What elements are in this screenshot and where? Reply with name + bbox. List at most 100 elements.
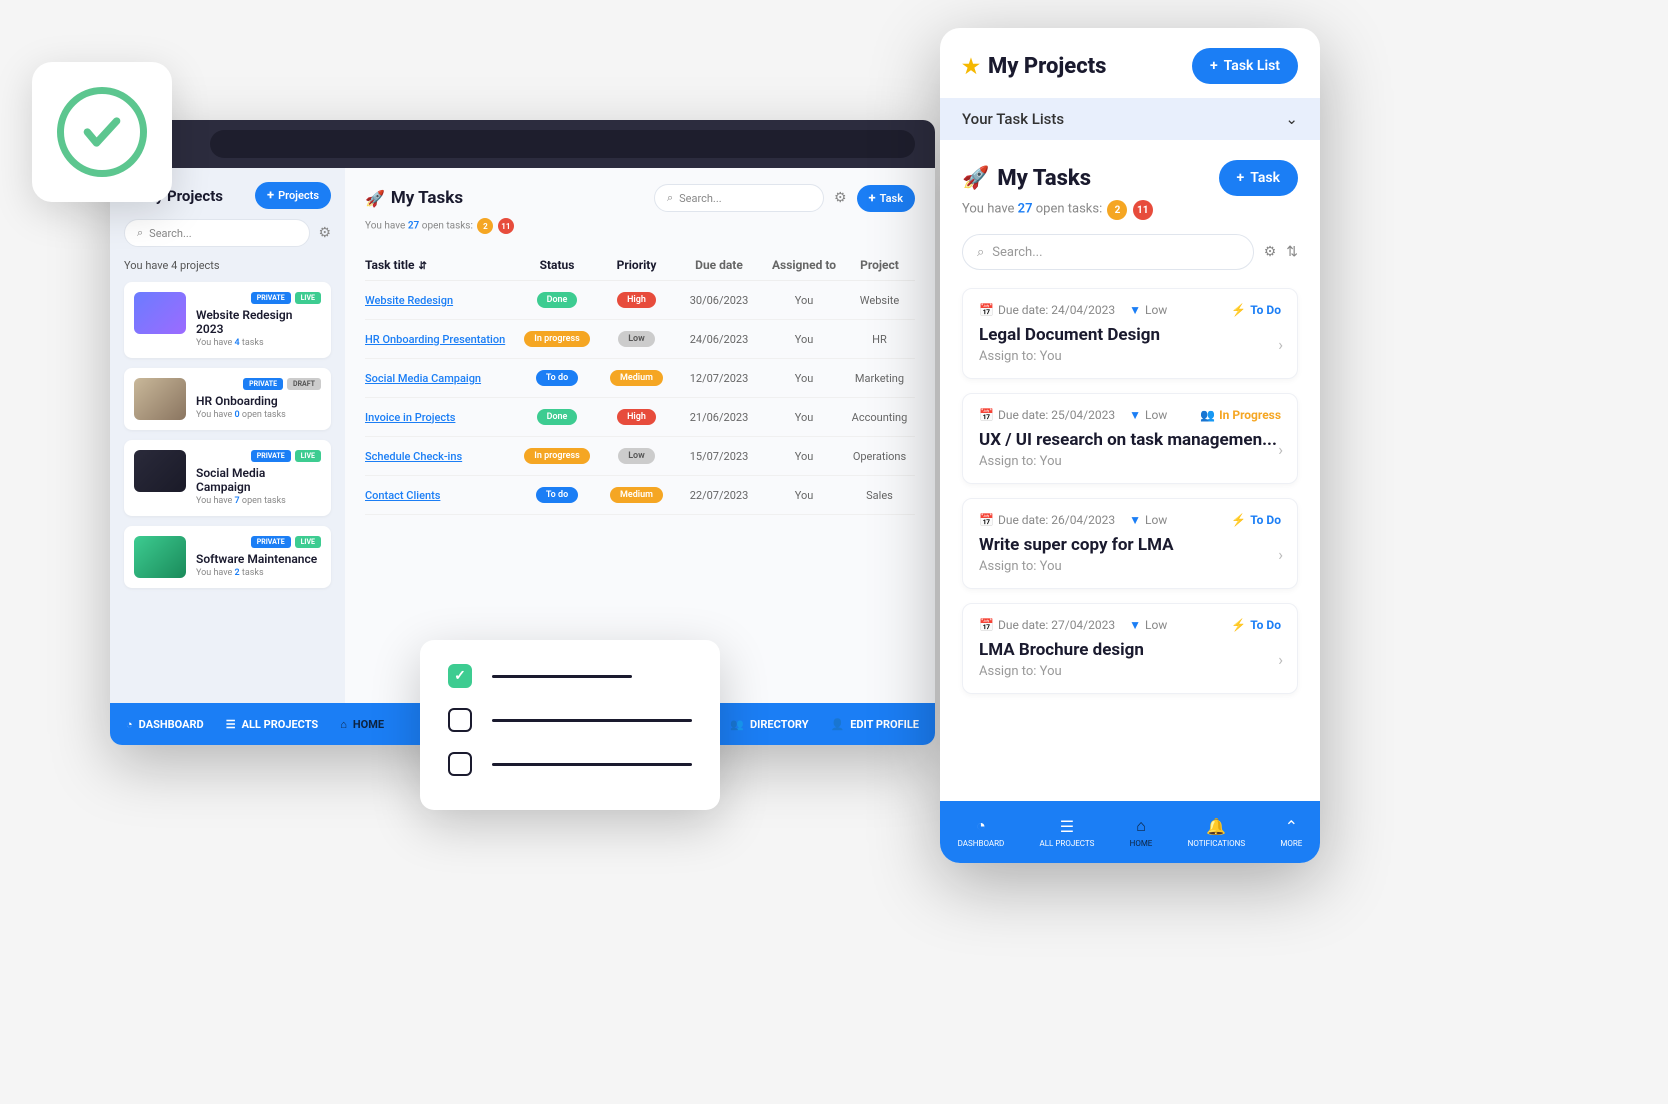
task-card[interactable]: 📅 Due date: 27/04/2023 ▼ Low ⚡ To Do LMA…	[962, 603, 1298, 694]
task-link[interactable]: HR Onboarding Presentation	[365, 333, 505, 346]
project-card[interactable]: PRIVATEDRAFT HR Onboarding You have 0 op…	[124, 368, 331, 430]
add-task-button[interactable]: +Task	[857, 185, 915, 212]
table-row[interactable]: Schedule Check-ins In progress Low 15/07…	[365, 437, 915, 476]
add-project-button[interactable]: +Projects	[255, 182, 331, 209]
nav-dashboard[interactable]: ◔DASHBOARD	[126, 718, 204, 731]
task-link[interactable]: Social Media Campaign	[365, 372, 481, 385]
calendar-icon: 📅	[979, 618, 994, 632]
task-table: Task title⇵ Status Priority Due date Ass…	[365, 250, 915, 515]
col-status[interactable]: Status	[515, 258, 599, 272]
task-link[interactable]: Schedule Check-ins	[365, 450, 462, 463]
tag-live: LIVE	[295, 450, 321, 462]
chevron-right-icon: ›	[1278, 545, 1283, 564]
col-task-title[interactable]: Task title⇵	[365, 258, 515, 272]
col-project[interactable]: Project	[844, 258, 915, 272]
mobile-search-input[interactable]: ⌕ Search...	[962, 234, 1254, 270]
rocket-icon: 🚀	[365, 189, 385, 208]
filter-icon[interactable]: ⚙	[1264, 244, 1277, 260]
project-name: Social Media Campaign	[196, 466, 321, 494]
task-lists-dropdown[interactable]: Your Task Lists ⌄	[940, 98, 1320, 140]
project-card[interactable]: PRIVATELIVE Social Media Campaign You ha…	[124, 440, 331, 516]
col-assigned[interactable]: Assigned to	[764, 258, 844, 272]
checklist-card: ✓	[420, 640, 720, 810]
bell-icon: 🔔	[1206, 817, 1226, 836]
sidebar-search-input[interactable]: ⌕ Search...	[124, 219, 310, 247]
assign-label: Assign to: You	[979, 664, 1281, 679]
search-icon: ⌕	[667, 191, 673, 205]
table-row[interactable]: HR Onboarding Presentation In progress L…	[365, 320, 915, 359]
project-card[interactable]: PRIVATELIVE Website Redesign 2023 You ha…	[124, 282, 331, 358]
nav-home[interactable]: ⌂HOME	[340, 718, 384, 731]
nav-all-projects[interactable]: ☰ALL PROJECTS	[226, 718, 319, 731]
project-name: Operations	[844, 450, 915, 463]
sort-icon[interactable]: ⇅	[1286, 244, 1298, 260]
table-row[interactable]: Website Redesign Done High 30/06/2023 Yo…	[365, 281, 915, 320]
table-row[interactable]: Social Media Campaign To do Medium 12/07…	[365, 359, 915, 398]
nav-edit-profile[interactable]: 👤EDIT PROFILE	[831, 718, 919, 731]
status-icon: 👥	[1200, 408, 1215, 422]
status-label: ⚡ To Do	[1231, 513, 1281, 527]
assigned-to: You	[764, 411, 844, 424]
sort-icon: ⇵	[419, 261, 427, 272]
task-title: Write super copy for LMA	[979, 535, 1281, 555]
checklist-item	[448, 752, 692, 776]
table-row[interactable]: Invoice in Projects Done High 21/06/2023…	[365, 398, 915, 437]
sidebar: ★ My Projects +Projects ⌕ Search... ⚙ Yo…	[110, 168, 345, 703]
mnav-notifications[interactable]: 🔔NOTIFICATIONS	[1188, 817, 1245, 848]
mnav-home[interactable]: ⌂HOME	[1130, 816, 1153, 848]
priority-badge: High	[617, 292, 656, 308]
due-date: 📅 Due date: 27/04/2023	[979, 618, 1115, 632]
col-due-date[interactable]: Due date	[674, 258, 764, 272]
pie-icon: ◔	[126, 718, 133, 731]
add-task-list-button[interactable]: +Task List	[1192, 48, 1298, 84]
funnel-icon: ▼	[1129, 618, 1141, 632]
task-link[interactable]: Website Redesign	[365, 294, 453, 307]
status-badge: Done	[537, 409, 578, 425]
search-icon: ⌕	[977, 245, 984, 260]
people-icon: 👥	[730, 718, 744, 731]
task-card[interactable]: 📅 Due date: 24/04/2023 ▼ Low ⚡ To Do Leg…	[962, 288, 1298, 379]
chevron-down-icon: ⌄	[1285, 110, 1298, 128]
checkbox-checked-icon[interactable]: ✓	[448, 664, 472, 688]
mnav-more[interactable]: ⌃MORE	[1280, 817, 1302, 848]
checkbox-empty-icon[interactable]	[448, 708, 472, 732]
warning-badge: 2	[1107, 200, 1127, 220]
nav-directory[interactable]: 👥DIRECTORY	[730, 718, 808, 731]
project-name: HR Onboarding	[196, 394, 321, 408]
url-bar[interactable]	[210, 130, 915, 158]
table-header: Task title⇵ Status Priority Due date Ass…	[365, 250, 915, 281]
assign-label: Assign to: You	[979, 559, 1281, 574]
rocket-icon: 🚀	[962, 166, 989, 191]
browser-chrome	[110, 120, 935, 168]
tag-private: PRIVATE	[251, 450, 291, 462]
star-icon: ★	[962, 54, 980, 78]
filter-icon[interactable]: ⚙	[834, 190, 847, 206]
checkbox-empty-icon[interactable]	[448, 752, 472, 776]
task-card[interactable]: 📅 Due date: 26/04/2023 ▼ Low ⚡ To Do Wri…	[962, 498, 1298, 589]
due-date: 15/07/2023	[674, 450, 764, 463]
project-card[interactable]: PRIVATELIVE Software Maintenance You hav…	[124, 526, 331, 588]
mnav-all-projects[interactable]: ☰ALL PROJECTS	[1040, 817, 1095, 848]
add-task-button[interactable]: +Task	[1219, 160, 1298, 196]
task-card[interactable]: 📅 Due date: 25/04/2023 ▼ Low 👥 In Progre…	[962, 393, 1298, 484]
table-row[interactable]: Contact Clients To do Medium 22/07/2023 …	[365, 476, 915, 515]
check-circle-icon	[57, 87, 147, 177]
chevron-up-icon: ⌃	[1285, 817, 1298, 836]
status-badge: In progress	[524, 448, 590, 464]
project-name: Website Redesign 2023	[196, 308, 321, 336]
status-icon: ⚡	[1231, 513, 1246, 527]
open-tasks-summary: You have 27 open tasks: 2 11	[962, 200, 1298, 220]
tasks-search-input[interactable]: ⌕ Search...	[654, 184, 824, 212]
checklist-item	[448, 708, 692, 732]
col-priority[interactable]: Priority	[599, 258, 674, 272]
priority-label: ▼ Low	[1129, 618, 1167, 632]
task-link[interactable]: Invoice in Projects	[365, 411, 455, 424]
task-link[interactable]: Contact Clients	[365, 489, 440, 502]
mnav-dashboard[interactable]: ◔DASHBOARD	[958, 816, 1005, 848]
chevron-right-icon: ›	[1278, 335, 1283, 354]
status-badge: In progress	[524, 331, 590, 347]
search-icon: ⌕	[137, 226, 143, 240]
project-thumbnail	[134, 378, 186, 420]
warning-badge: 2	[477, 218, 493, 234]
filter-icon[interactable]: ⚙	[318, 225, 331, 241]
